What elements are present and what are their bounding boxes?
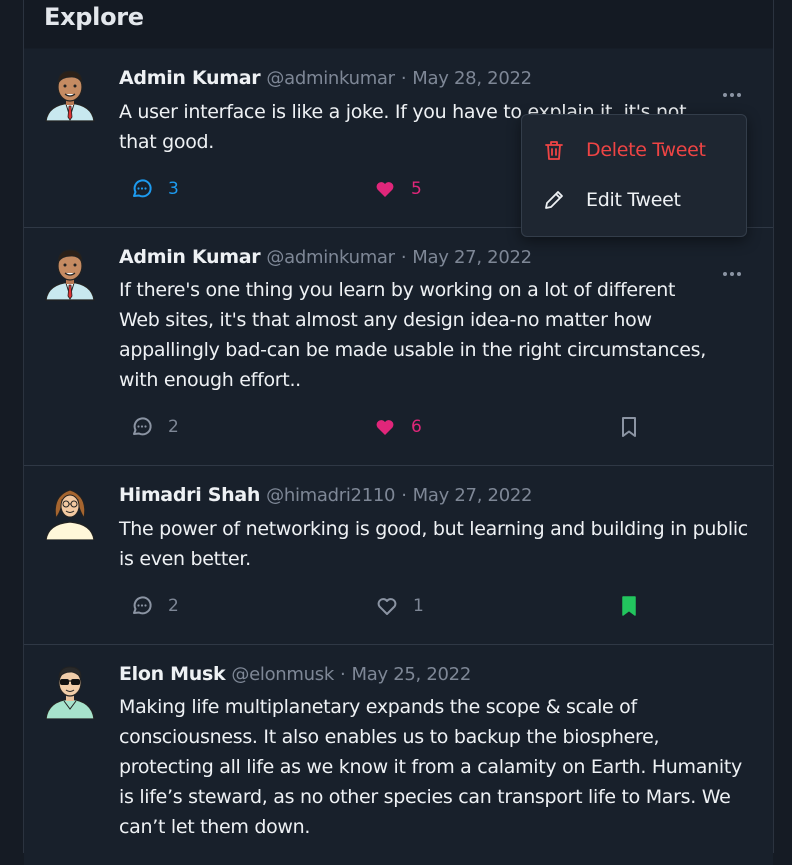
tweet-text: Making life multiplanetary expands the s…	[119, 696, 742, 838]
avatar-icon	[45, 70, 95, 122]
more-options-button[interactable]	[723, 261, 747, 276]
tweet-options-menu: Delete Tweet Edit Tweet	[521, 114, 747, 237]
like-count: 5	[411, 179, 422, 199]
reply-button[interactable]: 2	[130, 594, 179, 618]
reply-button[interactable]: 2	[130, 415, 179, 439]
avatar-icon	[45, 489, 95, 541]
comment-icon	[133, 179, 152, 198]
trash-icon	[545, 141, 563, 160]
meta-separator: ·	[340, 664, 346, 685]
meta-separator: ·	[400, 68, 407, 89]
tweet-date: May 28, 2022	[412, 68, 532, 89]
tweet-card[interactable]: Elon Musk @elonmusk · May 25, 2022 Makin…	[24, 645, 773, 865]
avatar[interactable]	[44, 246, 96, 302]
author-name[interactable]: Admin Kumar	[119, 246, 261, 268]
heart-icon	[377, 598, 397, 615]
heart-icon	[376, 182, 394, 197]
tweet-meta: Admin Kumar @adminkumar · May 28, 2022	[119, 67, 532, 89]
tweet-meta: Elon Musk @elonmusk · May 25, 2022	[119, 663, 471, 685]
edit-tweet-label: Edit Tweet	[586, 189, 681, 211]
more-options-button[interactable]	[723, 82, 747, 97]
avatar[interactable]	[44, 67, 96, 123]
reply-count: 2	[168, 417, 179, 437]
author-handle[interactable]: @elonmusk	[231, 664, 334, 685]
author-name[interactable]: Himadri Shah	[119, 484, 260, 506]
avatar-icon	[45, 666, 95, 720]
like-button[interactable]: 6	[373, 415, 422, 439]
meta-separator: ·	[400, 247, 407, 268]
author-handle[interactable]: @adminkumar	[266, 68, 395, 89]
reply-count: 2	[168, 596, 179, 616]
tweet-text: The power of networking is good, but lea…	[119, 518, 748, 570]
avatar[interactable]	[44, 484, 96, 541]
bookmark-icon	[622, 417, 636, 437]
author-name[interactable]: Admin Kumar	[119, 67, 261, 89]
edit-tweet-button[interactable]: Edit Tweet	[542, 185, 681, 215]
bookmark-button[interactable]	[617, 415, 641, 439]
like-button[interactable]: 5	[373, 177, 422, 201]
tweet-date: May 27, 2022	[412, 247, 532, 268]
like-button[interactable]: 1	[375, 594, 424, 618]
comment-icon	[133, 596, 152, 615]
tweet-card[interactable]: Admin Kumar @adminkumar · May 27, 2022 I…	[24, 228, 773, 466]
like-count: 1	[413, 596, 424, 616]
tweet-meta: Admin Kumar @adminkumar · May 27, 2022	[119, 246, 532, 268]
bookmark-button[interactable]	[617, 594, 641, 618]
tweet-date: May 27, 2022	[412, 485, 533, 506]
bookmark-icon	[622, 596, 636, 616]
delete-tweet-label: Delete Tweet	[586, 139, 706, 161]
meta-separator: ·	[401, 485, 407, 506]
pencil-icon	[545, 191, 563, 209]
more-options-icon	[723, 93, 727, 97]
tweet-text: If there's one thing you learn by workin…	[119, 279, 706, 391]
author-handle[interactable]: @adminkumar	[266, 247, 395, 268]
reply-button[interactable]: 3	[130, 177, 179, 201]
delete-tweet-button[interactable]: Delete Tweet	[542, 135, 706, 165]
more-options-icon	[723, 272, 727, 276]
avatar-icon	[45, 249, 95, 301]
heart-icon	[376, 420, 394, 435]
author-name[interactable]: Elon Musk	[119, 663, 226, 685]
like-count: 6	[411, 417, 422, 437]
reply-count: 3	[168, 179, 179, 199]
avatar[interactable]	[44, 663, 96, 720]
tweet-card[interactable]: Himadri Shah @himadri2110 · May 27, 2022…	[24, 466, 773, 645]
tweet-date: May 25, 2022	[351, 664, 471, 685]
tweet-meta: Himadri Shah @himadri2110 · May 27, 2022	[119, 484, 532, 506]
comment-icon	[133, 417, 152, 436]
author-handle[interactable]: @himadri2110	[266, 485, 395, 506]
page-title: Explore	[44, 3, 144, 31]
explore-feed: Explore Admin Kumar @adminkumar · May 28…	[23, 0, 774, 865]
